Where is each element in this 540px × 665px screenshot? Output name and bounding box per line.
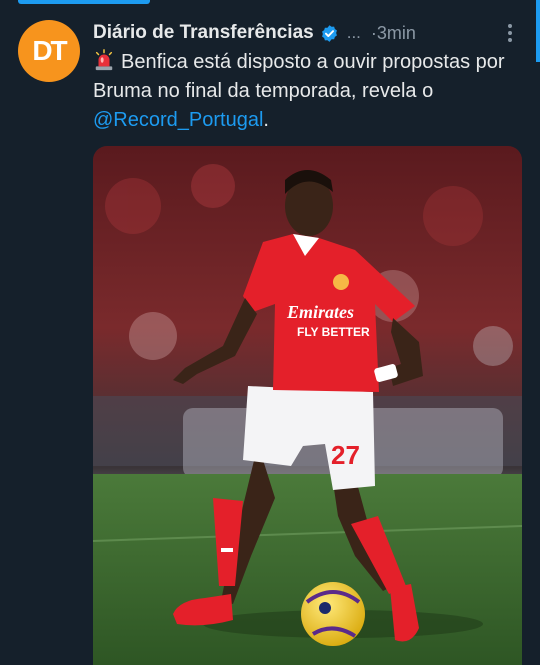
tweet-text-end: . bbox=[263, 109, 269, 131]
timestamp[interactable]: ·3min bbox=[371, 23, 416, 44]
jersey-sponsor-line1: Emirates bbox=[286, 302, 354, 322]
active-tab-indicator bbox=[18, 0, 150, 4]
siren-emoji-icon bbox=[95, 49, 113, 71]
shorts-number: 27 bbox=[331, 440, 360, 470]
scrollbar-thumb[interactable] bbox=[536, 0, 540, 62]
tweet-text-body: Benfica está disposto a ouvir propostas … bbox=[93, 51, 505, 102]
tweet-media-photo[interactable]: 27 Emirates FLY BETTER bbox=[93, 146, 522, 665]
jersey-sponsor-line2: FLY BETTER bbox=[297, 325, 370, 339]
author-name[interactable]: Diário de Transferências bbox=[93, 22, 314, 44]
verified-badge-icon bbox=[321, 24, 337, 42]
name-truncation: ... bbox=[346, 23, 361, 42]
tweet-header: Diário de Transferências ... ·3min bbox=[93, 20, 520, 46]
avatar[interactable]: DT bbox=[18, 20, 80, 82]
tweet-text: Benfica está disposto a ouvir propostas … bbox=[93, 48, 518, 135]
player-photo: 27 Emirates FLY BETTER bbox=[93, 146, 522, 665]
more-options-icon[interactable] bbox=[500, 24, 520, 42]
avatar-initials: DT bbox=[32, 35, 67, 66]
mention-link[interactable]: @Record_Portugal bbox=[93, 109, 263, 131]
